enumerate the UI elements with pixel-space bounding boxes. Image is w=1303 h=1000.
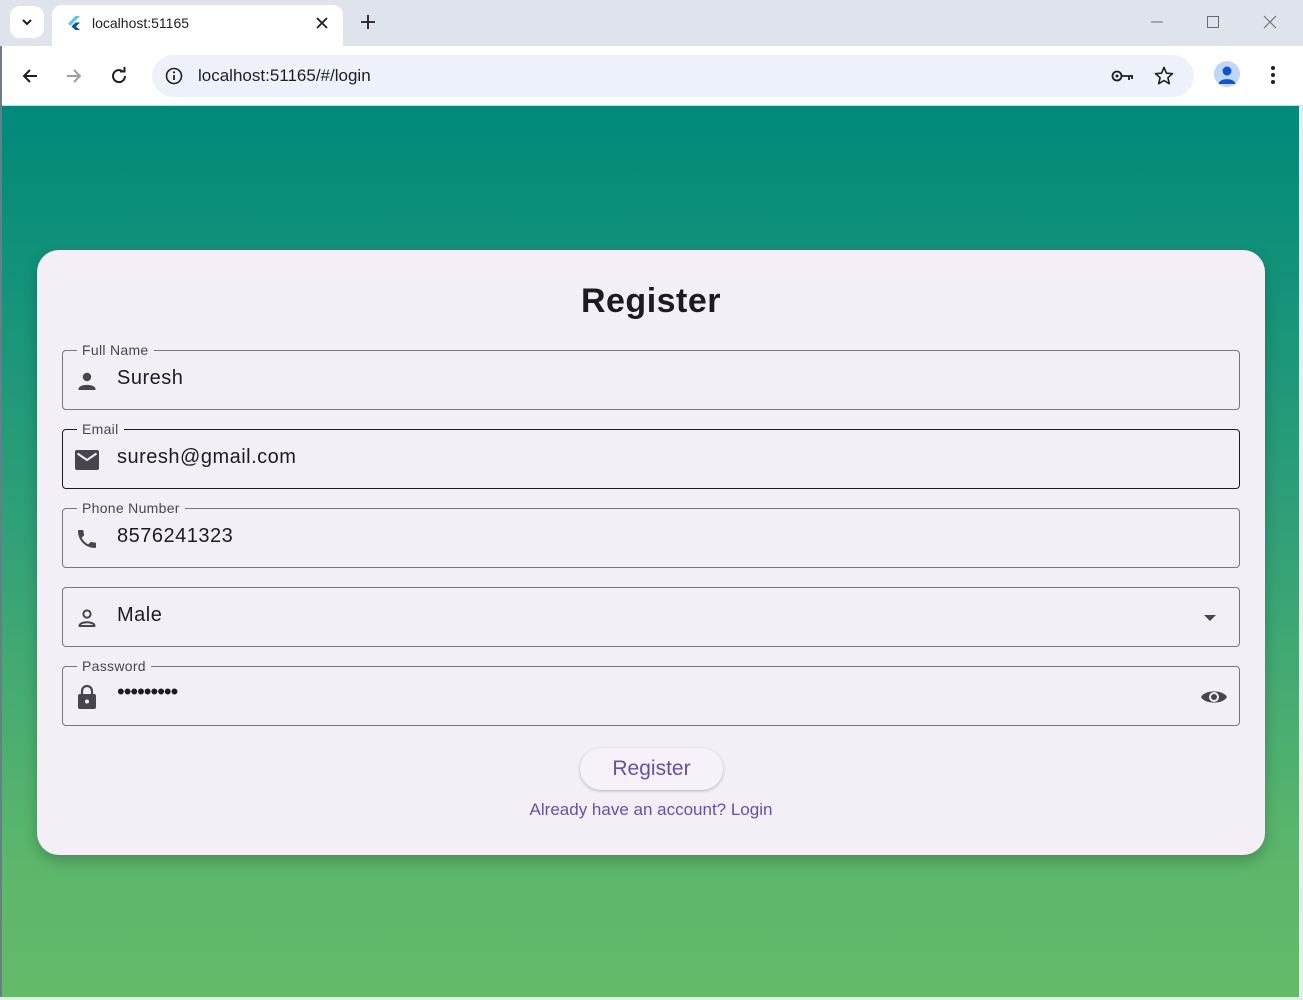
full-name-value: Suresh [117,367,184,389]
phone-number-value: 8576241323 [117,525,234,547]
lock-icon [74,684,100,710]
flutter-favicon-icon [68,16,80,30]
back-button[interactable] [14,60,46,92]
address-bar[interactable]: localhost:51165/#/login [152,55,1194,97]
minimize-button[interactable] [1143,8,1171,36]
browser-tab[interactable]: localhost:51165 [52,5,343,46]
close-icon [316,17,328,29]
window-right-edge [1299,106,1303,1000]
gender-dropdown[interactable]: Male [62,587,1240,647]
key-icon [1111,70,1133,82]
arrow-right-icon [67,69,82,83]
reload-button[interactable] [103,60,135,92]
browser-toolbar: localhost:51165/#/login [0,46,1303,106]
site-info-button[interactable] [162,64,186,88]
new-tab-button[interactable] [356,10,380,34]
url-text: localhost:51165/#/login [198,66,371,85]
phone-number-label: Phone Number [77,499,185,517]
full-name-label: Full Name [77,341,154,359]
forward-button[interactable] [58,60,90,92]
profile-avatar-button[interactable] [1214,61,1240,87]
password-field[interactable]: Password ••••••••• [62,657,1240,726]
gender-value: Male [117,604,163,626]
info-icon [165,67,183,85]
password-label: Password [77,657,151,675]
more-vert-icon [1271,66,1275,84]
arrow-left-icon [22,69,37,83]
page-title: Register [580,282,722,320]
plus-icon [361,15,375,29]
person-icon [74,368,100,394]
tab-search-button[interactable] [10,6,44,38]
email-label: Email [77,420,124,438]
account-icon [1218,66,1236,84]
browser-tab-bar: localhost:51165 [0,0,1303,46]
password-value: ••••••••• [117,679,178,704]
full-name-field[interactable]: Full Name Suresh [62,341,1240,410]
login-link[interactable]: Already have an account? Login [37,800,1265,820]
bookmark-button[interactable] [1151,64,1177,88]
phone-number-field[interactable]: Phone Number 8576241323 [62,499,1240,568]
chevron-down-icon [22,19,32,26]
password-key-button[interactable] [1110,64,1136,88]
person-outline-icon [74,605,100,631]
register-button[interactable]: Register [580,748,723,790]
email-field[interactable]: Email suresh@gmail.com [62,420,1240,489]
close-icon [1263,15,1277,29]
window-close-button[interactable] [1256,8,1284,36]
mail-icon [74,447,100,473]
tab-title: localhost:51165 [92,15,190,31]
maximize-icon [1207,16,1219,28]
phone-icon [74,526,100,552]
minimize-icon [1151,21,1163,23]
browser-menu-button[interactable] [1261,62,1285,88]
close-tab-button[interactable] [312,13,332,33]
register-card: Register Full Name Suresh Email suresh@g… [37,250,1265,855]
reload-icon [112,67,127,84]
maximize-button[interactable] [1199,8,1227,36]
eye-icon[interactable] [1199,684,1229,710]
star-icon [1154,66,1174,85]
email-value: suresh@gmail.com [117,446,297,468]
page-background: Register Full Name Suresh Email suresh@g… [2,106,1299,998]
dropdown-arrow-icon[interactable] [1195,605,1225,631]
